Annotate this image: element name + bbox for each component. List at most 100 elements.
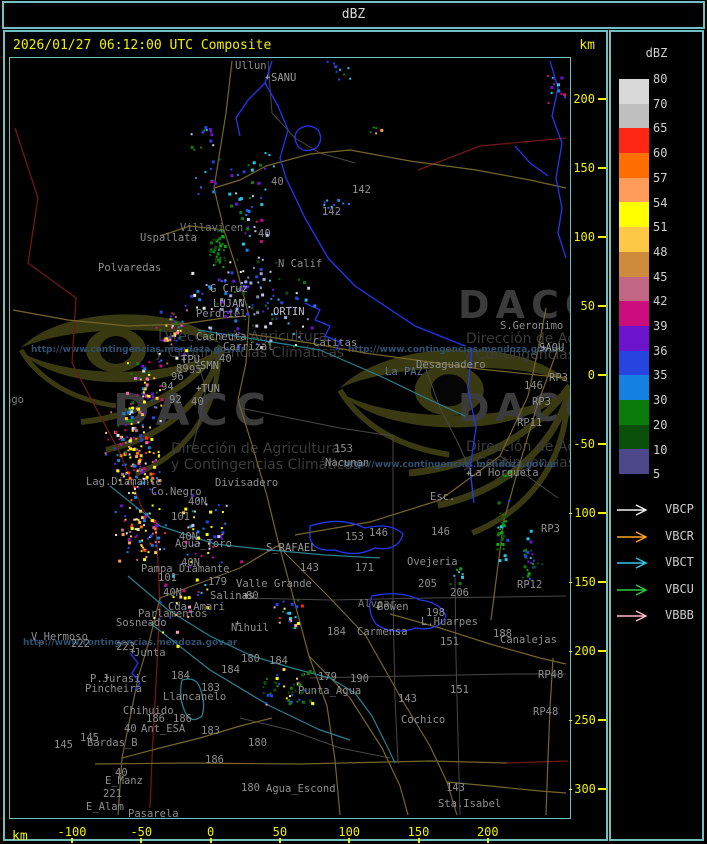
y-axis-unit-label: km	[579, 38, 595, 53]
colorbar-value-label: 60	[653, 146, 668, 161]
colorbar-value-label: 70	[653, 96, 668, 111]
map-place-label: Cochico	[401, 714, 445, 726]
legend-item-vbbb: VBBB	[617, 608, 703, 624]
map-place-label: L.Huarpes	[421, 616, 478, 628]
station-marker-icon: +	[130, 647, 136, 657]
station-marker-icon: +	[181, 355, 187, 365]
x-axis: km -100 -50 0 50 100 150 200	[9, 819, 607, 844]
map-place-label: N Calif	[278, 258, 322, 270]
legend-label: VBCR	[665, 528, 694, 543]
map-place-label: E_Manz	[105, 775, 143, 787]
map-place-label: 95	[189, 364, 202, 376]
map-place-label: Ovejeria	[407, 556, 458, 568]
colorbar-value-label: 65	[653, 121, 668, 136]
colorbar-block	[619, 251, 649, 277]
map-place-label: Pampa_Diamante	[141, 563, 230, 575]
map-place-label: 92	[169, 394, 182, 406]
map-place-label: 179	[318, 671, 337, 683]
x-axis-tick	[486, 838, 489, 843]
colorbar-block	[619, 103, 649, 129]
y-axis-tick	[598, 443, 606, 445]
arrow-icon	[617, 530, 648, 543]
x-axis-tick	[209, 838, 212, 843]
colorbar-value-label: 30	[653, 393, 668, 408]
map-place-label: 180	[241, 653, 260, 665]
y-axis-tick-label: 150	[573, 161, 595, 175]
x-axis-tick-label: 0	[206, 825, 215, 839]
map-place-label: S.Geronimo	[500, 320, 563, 332]
map-place-label: Carrizal	[223, 341, 274, 353]
station-marker-icon: +	[243, 591, 249, 601]
map-place-label: 143	[446, 782, 465, 794]
map-place-label: Pasarela	[128, 808, 179, 818]
map-place-label: 153	[345, 531, 364, 543]
map-place-label: 180	[241, 782, 260, 794]
map-place-label: 94	[161, 381, 174, 393]
title-bar: dBZ	[2, 1, 705, 29]
radar-map-frame: DACCDACCDACCDirección de Agriculturay Co…	[9, 57, 571, 819]
map-place-label: 146	[524, 380, 543, 392]
y-axis-tick	[598, 581, 606, 583]
colorbar-value-label: 80	[653, 72, 668, 86]
colorbar-value-label: 10	[653, 442, 668, 457]
map-place-label: Agua_Escond	[266, 783, 336, 795]
map-place-label: G Cruz	[210, 283, 248, 295]
map-place-label: 184	[171, 670, 190, 682]
legend-item-vbct: VBCT	[617, 555, 703, 571]
map-place-label: ago	[10, 394, 24, 406]
y-axis-tick-label: -300	[567, 782, 596, 796]
map-place-label: 151	[450, 684, 469, 696]
timestamp-label: 2026/01/27 06:12:00 UTC Composite	[13, 38, 272, 53]
map-place-label: 183	[201, 725, 220, 737]
x-axis-tick-label: 50	[272, 825, 288, 839]
url-watermark: http://www.contingencias.mendoza.gov.ar	[31, 345, 246, 355]
station-marker-icon: +	[196, 384, 202, 394]
map-place-label: SMN	[200, 360, 219, 372]
arrow-icon	[617, 610, 648, 622]
map-place-label: RP48	[538, 669, 563, 681]
map-place-label: Junta	[134, 647, 166, 659]
radar-app-window: { "window": { "title": "dBZ", "timestamp…	[0, 0, 707, 844]
map-place-label: 40	[124, 723, 137, 735]
radar-map-canvas[interactable]: DACCDACCDACCDirección de Agriculturay Co…	[10, 58, 570, 818]
map-place-label: RP12	[517, 579, 542, 591]
arrow-icon	[617, 557, 648, 569]
colorbar-value-label: 39	[653, 319, 668, 333]
dacc-text-watermark: Dirección de Agricultura	[171, 441, 340, 457]
map-place-label: 222	[71, 638, 90, 650]
map-place-label: 142	[352, 184, 371, 196]
map-place-label: 153	[334, 443, 353, 455]
map-place-label: 221	[103, 788, 122, 800]
map-place-label: RP3	[549, 372, 568, 384]
colorbar-block	[619, 202, 649, 228]
y-axis-tick	[598, 719, 606, 721]
colorbar-block	[619, 424, 649, 450]
map-place-label: Carmensa	[357, 626, 408, 638]
colorbar-block	[619, 449, 649, 474]
colorbar-scale	[619, 79, 649, 474]
map-place-label: 184	[269, 655, 288, 667]
map-place-label: S_RAFAEL	[266, 542, 317, 554]
colorbar-value-label: 5	[653, 467, 661, 482]
map-place-label: La Horqueta	[469, 467, 539, 479]
legend-item-vbcp: VBCP	[617, 502, 703, 518]
map-place-label: 143	[398, 693, 417, 705]
map-panel: 2026/01/27 06:12:00 UTC Composite km DAC…	[3, 30, 608, 844]
colorbar-panel: dBZ 80 70 65 60 57 54 51 48 45 42 39 36 35 30 20 10 5 VB…	[609, 30, 704, 841]
colorbar-value-label: 35	[653, 368, 668, 383]
map-place-label: Desaguadero	[416, 359, 486, 371]
colorbar-block	[619, 276, 649, 302]
colorbar-value-label: 48	[653, 244, 668, 259]
y-axis-tick-label: -200	[567, 644, 596, 658]
map-place-label: Polvaredas	[98, 262, 161, 274]
map-place-label: Nacunan	[325, 457, 369, 469]
map-place-label: Divisadero	[215, 477, 278, 489]
map-place-label: Punta_Agua	[298, 685, 361, 697]
map-place-label: TUN	[201, 383, 220, 395]
map-place-label: 183	[201, 682, 220, 694]
map-place-label: Catitas	[313, 337, 357, 349]
colorbar-block	[619, 177, 649, 203]
arrow-icon	[617, 583, 648, 596]
colorbar-value-label: 45	[653, 269, 668, 284]
map-place-label: 40	[258, 228, 271, 240]
